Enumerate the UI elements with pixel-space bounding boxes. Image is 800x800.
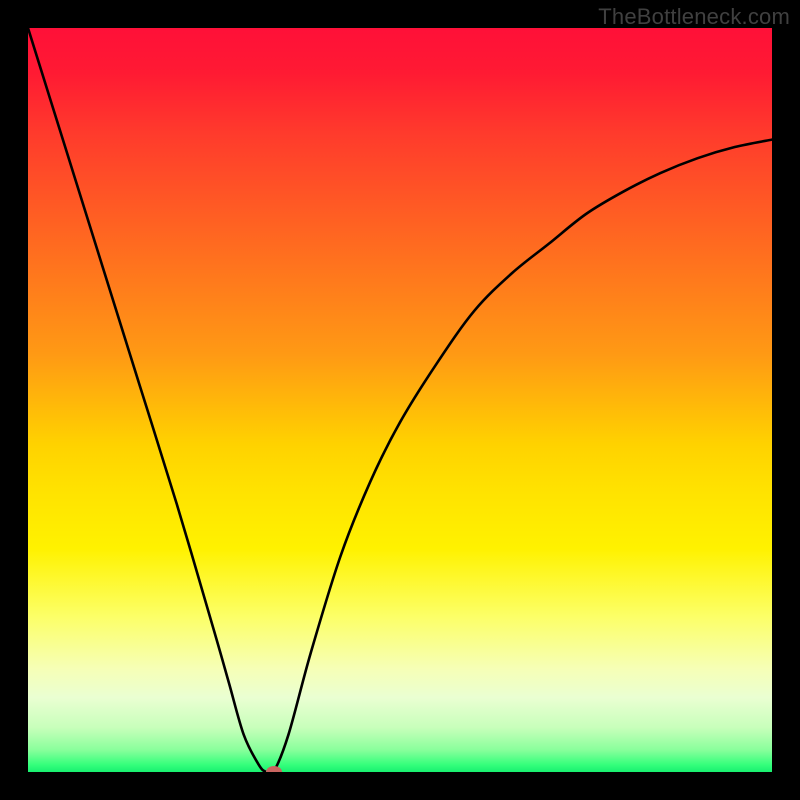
chart-frame: TheBottleneck.com: [0, 0, 800, 800]
watermark-text: TheBottleneck.com: [598, 4, 790, 30]
optimal-point-marker: [266, 766, 282, 772]
plot-area: [28, 28, 772, 772]
bottleneck-curve: [28, 28, 772, 772]
